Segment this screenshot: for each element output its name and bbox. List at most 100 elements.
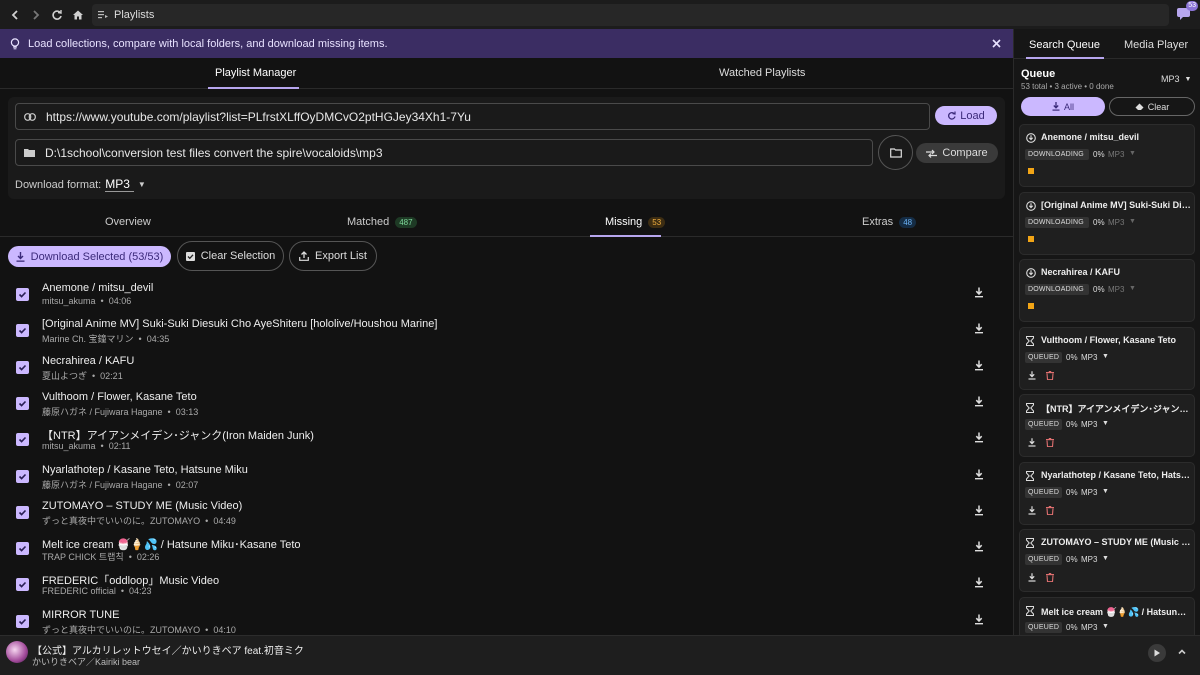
track-row[interactable]: ZUTOMAYO – STUDY ME (Music Video) ずっと真夜中で… xyxy=(0,495,1013,531)
download-icon xyxy=(1028,438,1036,447)
track-channel: mitsu_akuma xyxy=(42,441,96,452)
track-row[interactable]: [Original Anime MV] Suki-Suki Diesuki Ch… xyxy=(0,313,1013,349)
remove-from-queue-button[interactable] xyxy=(1046,571,1054,585)
download-track-button[interactable] xyxy=(974,396,984,410)
tab-overview[interactable]: Overview xyxy=(105,216,151,228)
tab-extras[interactable]: Extras 48 xyxy=(862,216,917,228)
track-row[interactable]: 【NTR】アイアンメイデン･ジャンク(Iron Maiden Junk) mits… xyxy=(0,422,1013,458)
chevron-down-icon: ▼ xyxy=(1129,285,1136,292)
export-list-button[interactable]: Export List xyxy=(289,241,377,271)
tab-playlist-manager[interactable]: Playlist Manager xyxy=(215,67,296,79)
queue-format-select[interactable]: MP3 xyxy=(1081,488,1097,497)
track-checkbox[interactable] xyxy=(16,396,29,410)
track-row[interactable]: Anemone / mitsu_devil mitsu_akuma • 04:06 xyxy=(0,277,1013,313)
download-track-button[interactable] xyxy=(974,505,984,519)
remove-from-queue-button[interactable] xyxy=(1046,369,1054,383)
start-download-button[interactable] xyxy=(1028,369,1036,383)
download-track-button[interactable] xyxy=(974,287,984,301)
track-checkbox[interactable] xyxy=(16,360,29,374)
tab-matched[interactable]: Matched 487 xyxy=(347,216,417,228)
download-track-button[interactable] xyxy=(974,469,984,483)
local-folder-input[interactable]: D:\1school\conversion test files convert… xyxy=(15,139,873,166)
expand-player-button[interactable] xyxy=(1177,646,1187,660)
separator-dot: • xyxy=(123,552,137,563)
queue-progress-percent: 0% xyxy=(1066,487,1078,497)
trash-icon xyxy=(1046,370,1054,380)
download-track-button[interactable] xyxy=(974,541,984,555)
queue-format-select[interactable]: MP3 ▼ xyxy=(1161,74,1191,84)
download-track-button[interactable] xyxy=(974,432,984,446)
track-row[interactable]: Nyarlathotep / Kasane Teto, Hatsune Miku… xyxy=(0,459,1013,495)
track-meta: mitsu_akuma • 02:11 xyxy=(42,441,131,451)
track-row[interactable]: Vulthoom / Flower, Kasane Teto 藤原ハガネ / Fu… xyxy=(0,386,1013,422)
separator-dot: • xyxy=(162,479,176,490)
load-label: Load xyxy=(960,109,985,122)
track-checkbox[interactable] xyxy=(16,433,29,447)
download-format-select[interactable]: MP3 xyxy=(105,177,134,192)
download-selected-button[interactable]: Download Selected (53/53) xyxy=(8,246,171,267)
chevron-down-icon: ▼ xyxy=(1102,352,1109,360)
downloading-status-icon xyxy=(1026,267,1036,281)
notifications-button[interactable]: 53 xyxy=(1176,1,1198,23)
track-checkbox[interactable] xyxy=(16,505,29,519)
close-banner-button[interactable] xyxy=(992,36,1001,51)
play-button[interactable] xyxy=(1148,644,1166,662)
browse-folder-button[interactable] xyxy=(878,135,913,170)
home-icon xyxy=(73,10,83,20)
track-checkbox[interactable] xyxy=(16,324,29,338)
hourglass-icon xyxy=(1026,470,1034,481)
download-track-button[interactable] xyxy=(974,360,984,374)
load-button[interactable]: Load xyxy=(935,106,997,125)
eraser-icon xyxy=(1135,103,1144,110)
check-icon xyxy=(18,618,27,625)
queue-format-select[interactable]: MP3 xyxy=(1081,353,1097,362)
notification-count: 53 xyxy=(1186,1,1198,11)
download-track-button[interactable] xyxy=(974,614,984,628)
start-download-button[interactable] xyxy=(1028,504,1036,518)
track-title: Anemone / mitsu_devil xyxy=(42,282,154,294)
download-icon xyxy=(975,360,983,370)
play-icon xyxy=(1154,649,1160,657)
queue-format-select[interactable]: MP3 xyxy=(1081,623,1097,632)
forward-button[interactable] xyxy=(25,4,47,26)
download-all-button[interactable]: All xyxy=(1021,97,1105,116)
start-download-button[interactable] xyxy=(1028,571,1036,585)
queued-status-icon xyxy=(1026,605,1034,619)
download-track-button[interactable] xyxy=(974,577,984,591)
track-checkbox[interactable] xyxy=(16,542,29,556)
tab-search-queue[interactable]: Search Queue xyxy=(1029,39,1100,51)
track-checkbox[interactable] xyxy=(16,469,29,483)
info-message: Load collections, compare with local fol… xyxy=(28,37,388,50)
active-subtab-indicator xyxy=(590,235,661,237)
compare-button[interactable]: Compare xyxy=(916,143,998,163)
track-checkbox[interactable] xyxy=(16,288,29,301)
tab-media-player[interactable]: Media Player xyxy=(1124,39,1188,51)
track-row[interactable]: FREDERIC「oddloop」Music Video FREDERIC off… xyxy=(0,567,1013,603)
track-row[interactable]: Necrahirea / KAFU 夏山よつぎ • 02:21 xyxy=(0,350,1013,386)
track-checkbox[interactable] xyxy=(16,614,29,628)
track-row[interactable]: Melt ice cream 🍧🍦💦 / Hatsune Miku･Kasane… xyxy=(0,531,1013,567)
queue-format-select[interactable]: MP3 xyxy=(1081,420,1097,429)
queue-format-select[interactable]: MP3 xyxy=(1081,555,1097,564)
clear-queue-button[interactable]: Clear xyxy=(1109,97,1195,116)
address-bar[interactable]: Playlists xyxy=(92,4,1169,26)
back-button[interactable] xyxy=(4,4,26,26)
tab-missing[interactable]: Missing 53 xyxy=(605,216,666,228)
track-row[interactable]: MIRROR TUNE ずっと真夜中でいいのに。ZUTOMAYO • 04:10 xyxy=(0,604,1013,635)
remove-from-queue-button[interactable] xyxy=(1046,436,1054,450)
tab-watched-playlists[interactable]: Watched Playlists xyxy=(719,67,805,79)
clear-selection-button[interactable]: Clear Selection xyxy=(177,241,284,271)
download-icon xyxy=(975,469,983,479)
start-download-button[interactable] xyxy=(1028,436,1036,450)
chevron-down-icon: ▼ xyxy=(1102,487,1109,495)
refresh-button[interactable] xyxy=(46,4,68,26)
remove-from-queue-button[interactable] xyxy=(1046,504,1054,518)
home-button[interactable] xyxy=(67,4,89,26)
download-track-button[interactable] xyxy=(974,323,984,337)
playlist-url-input[interactable]: https://www.youtube.com/playlist?list=PL… xyxy=(15,103,930,130)
track-checkbox[interactable] xyxy=(16,578,29,592)
queue-status-badge: QUEUED xyxy=(1025,486,1062,498)
chevron-down-icon: ▼ xyxy=(1102,622,1109,630)
check-icon xyxy=(18,400,27,407)
track-channel: 夏山よつぎ xyxy=(42,370,88,381)
